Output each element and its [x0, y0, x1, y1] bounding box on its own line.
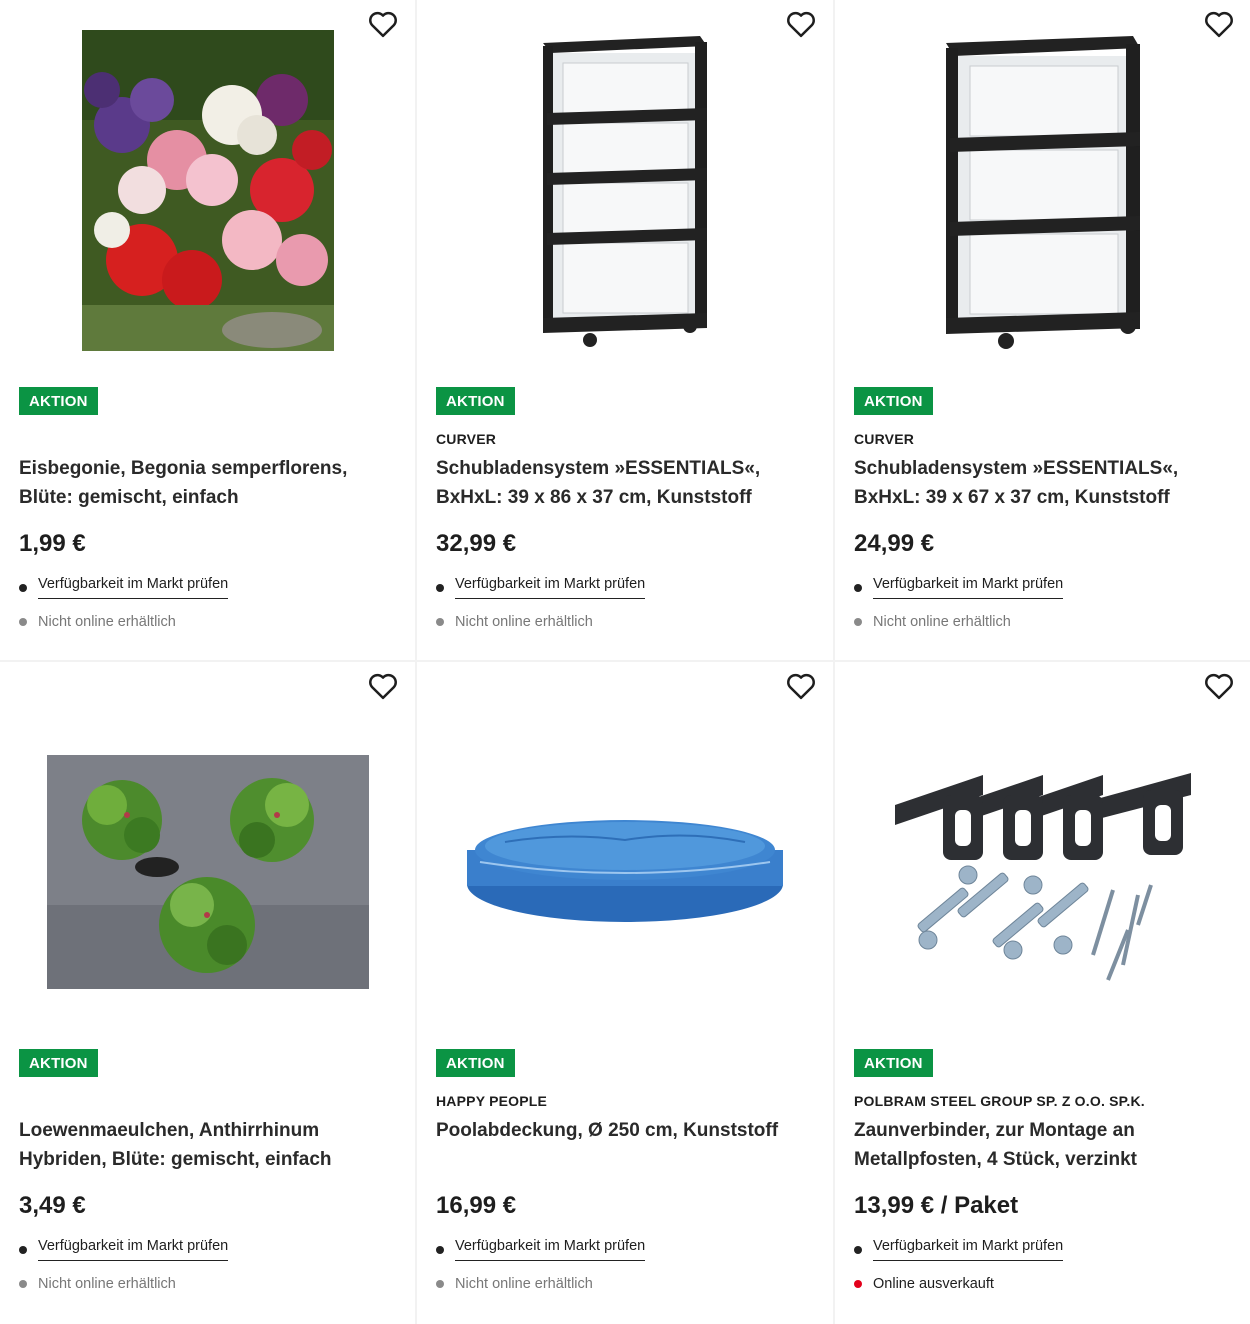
- heart-outline-icon[interactable]: [786, 672, 816, 700]
- status-dot-icon: [854, 618, 862, 626]
- status-dot-icon: [854, 1280, 862, 1288]
- availability-link[interactable]: Verfügbarkeit im Markt prüfen: [873, 1238, 1064, 1261]
- product-image-area[interactable]: [417, 0, 833, 380]
- promo-badge: AKTION: [854, 387, 933, 415]
- begonia-flowers-image: [81, 29, 334, 351]
- product-card[interactable]: AKTION CURVER Schubladensystem »ESSENTIA…: [417, 0, 833, 660]
- availability-check[interactable]: Verfügbarkeit im Markt prüfen: [436, 1238, 646, 1261]
- promo-badge: AKTION: [19, 387, 98, 415]
- online-status: Nicht online erhältlich: [436, 1276, 593, 1292]
- product-card[interactable]: AKTION POLBRAM STEEL GROUP SP. Z O.O. SP…: [835, 662, 1250, 1324]
- promo-badge: AKTION: [854, 1049, 933, 1077]
- product-price: 24,99 €: [854, 530, 935, 557]
- product-brand: HAPPY PEOPLE: [436, 1093, 548, 1109]
- availability-check[interactable]: Verfügbarkeit im Markt prüfen: [436, 576, 646, 599]
- promo-badge: AKTION: [19, 1049, 98, 1077]
- online-status: Nicht online erhältlich: [19, 614, 176, 630]
- drawer-tower-3-image: [946, 35, 1140, 349]
- availability-link[interactable]: Verfügbarkeit im Markt prüfen: [38, 576, 229, 599]
- product-image-area[interactable]: [0, 707, 415, 1037]
- product-title[interactable]: Eisbegonie, Begonia semperflorens, Blüte…: [19, 455, 395, 512]
- bullet-dot-icon: [436, 583, 444, 592]
- availability-check[interactable]: Verfügbarkeit im Markt prüfen: [854, 1238, 1064, 1261]
- status-dot-icon: [19, 618, 27, 626]
- status-dot-icon: [436, 1280, 444, 1288]
- availability-check[interactable]: Verfügbarkeit im Markt prüfen: [19, 1238, 229, 1261]
- availability-link[interactable]: Verfügbarkeit im Markt prüfen: [38, 1238, 229, 1261]
- status-dot-icon: [436, 618, 444, 626]
- product-price: 3,49 €: [19, 1192, 86, 1219]
- bullet-dot-icon: [436, 1245, 444, 1254]
- online-status: Nicht online erhältlich: [436, 614, 593, 630]
- fence-connector-set-image: [895, 772, 1191, 981]
- product-card[interactable]: AKTION Eisbegonie, Begonia semperflorens…: [0, 0, 415, 660]
- online-status: Online ausverkauft: [854, 1276, 994, 1292]
- product-title[interactable]: Loewenmaeulchen, Anthirrhinum Hybriden, …: [19, 1117, 395, 1174]
- product-image-area[interactable]: [0, 0, 415, 380]
- product-image-area[interactable]: [835, 0, 1250, 380]
- product-title[interactable]: Schubladensystem »ESSENTIALS«, BxHxL: 39…: [436, 455, 813, 512]
- online-status-text: Nicht online erhältlich: [38, 1276, 176, 1292]
- online-status-text: Nicht online erhältlich: [873, 614, 1011, 630]
- bullet-dot-icon: [854, 583, 862, 592]
- snapdragon-plants-image: [46, 755, 369, 989]
- availability-link[interactable]: Verfügbarkeit im Markt prüfen: [455, 1238, 646, 1261]
- availability-check[interactable]: Verfügbarkeit im Markt prüfen: [19, 576, 229, 599]
- status-dot-icon: [19, 1280, 27, 1288]
- product-image-area[interactable]: [417, 702, 833, 1042]
- bullet-dot-icon: [19, 1245, 27, 1254]
- product-brand: POLBRAM STEEL GROUP SP. Z O.O. SP.K.: [854, 1093, 1145, 1109]
- product-card[interactable]: AKTION Loewenmaeulchen, Anthirrhinum Hyb…: [0, 662, 415, 1324]
- drawer-tower-4-image: [543, 35, 707, 347]
- online-status: Nicht online erhältlich: [19, 1276, 176, 1292]
- product-image-area[interactable]: [835, 757, 1250, 997]
- availability-link[interactable]: Verfügbarkeit im Markt prüfen: [873, 576, 1064, 599]
- promo-badge: AKTION: [436, 387, 515, 415]
- promo-badge: AKTION: [436, 1049, 515, 1077]
- pool-cover-image: [467, 820, 783, 922]
- online-status: Nicht online erhältlich: [854, 614, 1011, 630]
- product-title[interactable]: Zaunverbinder, zur Montage an Metallpfos…: [854, 1117, 1231, 1174]
- product-price: 13,99 € / Paket: [854, 1192, 1019, 1219]
- bullet-dot-icon: [854, 1245, 862, 1254]
- online-status-text: Nicht online erhältlich: [455, 1276, 593, 1292]
- heart-outline-icon[interactable]: [368, 672, 398, 700]
- product-brand: CURVER: [854, 431, 915, 447]
- online-status-text: Nicht online erhältlich: [38, 614, 176, 630]
- availability-link[interactable]: Verfügbarkeit im Markt prüfen: [455, 576, 646, 599]
- product-title[interactable]: Poolabdeckung, Ø 250 cm, Kunststoff: [436, 1117, 813, 1146]
- product-price: 32,99 €: [436, 530, 517, 557]
- online-status-text: Nicht online erhältlich: [455, 614, 593, 630]
- bullet-dot-icon: [19, 583, 27, 592]
- product-brand: CURVER: [436, 431, 497, 447]
- product-card[interactable]: AKTION CURVER Schubladensystem »ESSENTIA…: [835, 0, 1250, 660]
- product-title[interactable]: Schubladensystem »ESSENTIALS«, BxHxL: 39…: [854, 455, 1231, 512]
- product-grid: AKTION Eisbegonie, Begonia semperflorens…: [0, 0, 1250, 1324]
- heart-outline-icon[interactable]: [1204, 672, 1234, 700]
- online-status-text: Online ausverkauft: [873, 1276, 994, 1292]
- product-price: 1,99 €: [19, 530, 86, 557]
- availability-check[interactable]: Verfügbarkeit im Markt prüfen: [854, 576, 1064, 599]
- product-price: 16,99 €: [436, 1192, 517, 1219]
- product-card[interactable]: AKTION HAPPY PEOPLE Poolabdeckung, Ø 250…: [417, 662, 833, 1324]
